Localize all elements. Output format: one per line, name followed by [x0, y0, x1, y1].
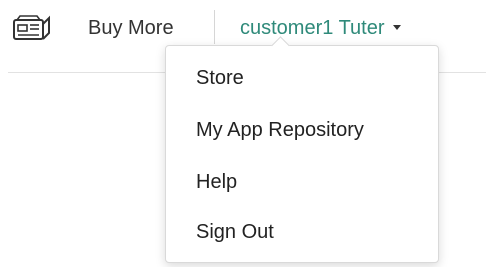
- menu-item-help[interactable]: Help: [196, 169, 237, 195]
- caret-down-icon: [392, 25, 401, 31]
- user-menu-toggle[interactable]: customer1 Tuter: [240, 16, 401, 40]
- menu-item-sign-out[interactable]: Sign Out: [196, 219, 274, 245]
- menu-item-my-app-repository[interactable]: My App Repository: [196, 117, 364, 143]
- header-divider: [214, 10, 215, 44]
- user-dropdown-menu: Store My App Repository Help Sign Out: [165, 36, 439, 263]
- user-name: customer1 Tuter: [240, 17, 385, 39]
- menu-item-store[interactable]: Store: [196, 65, 244, 91]
- storefront-icon[interactable]: [13, 15, 51, 41]
- buy-more-link[interactable]: Buy More: [88, 16, 174, 40]
